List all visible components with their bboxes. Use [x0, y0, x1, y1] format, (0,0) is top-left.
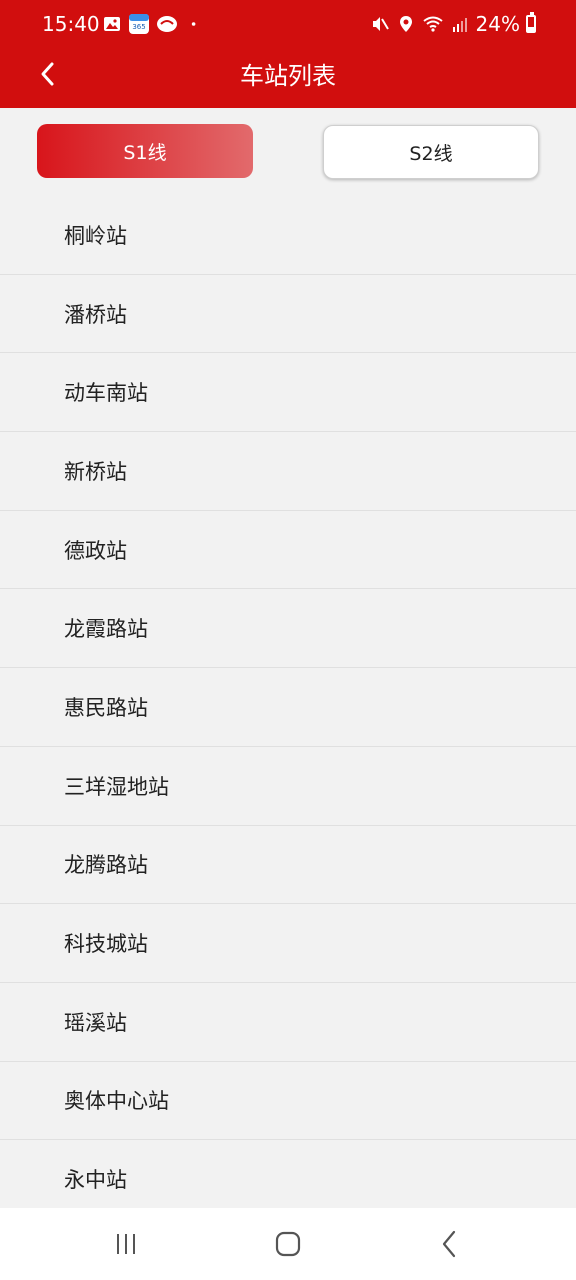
calendar-app-icon: 365 — [129, 14, 149, 34]
page-title: 车站列表 — [240, 62, 336, 90]
station-item[interactable]: 新桥站 — [0, 432, 576, 511]
station-item[interactable]: 潘桥站 — [0, 275, 576, 354]
tab-s2-line[interactable]: S2线 — [323, 125, 539, 179]
station-item[interactable]: 永中站 — [0, 1140, 576, 1208]
line-tabs: S1线 S2线 — [0, 108, 576, 196]
station-item[interactable]: 三垟湿地站 — [0, 747, 576, 826]
station-item[interactable]: 奥体中心站 — [0, 1062, 576, 1141]
location-icon — [399, 16, 412, 32]
back-icon[interactable] — [430, 1228, 470, 1260]
recent-apps-icon[interactable] — [106, 1228, 146, 1260]
system-nav-bar — [0, 1208, 576, 1280]
wifi-icon — [422, 16, 443, 32]
status-right-icons: 24% — [370, 12, 536, 36]
mute-icon — [372, 17, 389, 31]
title-bar: 车站列表 — [0, 48, 576, 108]
tab-s1-line[interactable]: S1线 — [37, 124, 253, 178]
station-item[interactable]: 惠民路站 — [0, 668, 576, 747]
station-item[interactable]: 动车南站 — [0, 353, 576, 433]
station-item[interactable]: 瑶溪站 — [0, 983, 576, 1062]
station-item[interactable]: 龙霞路站 — [0, 589, 576, 669]
dot-icon — [191, 22, 196, 26]
battery-percent: 24% — [475, 12, 520, 36]
station-item[interactable]: 科技城站 — [0, 904, 576, 983]
home-icon[interactable] — [268, 1228, 308, 1260]
status-bar: 15:40 365 24% — [0, 0, 576, 48]
gallery-icon — [104, 17, 120, 31]
app-icon — [157, 16, 177, 32]
station-item[interactable]: 德政站 — [0, 511, 576, 590]
calendar-app-text: 365 — [132, 23, 145, 31]
station-item[interactable]: 龙腾路站 — [0, 826, 576, 905]
status-left-icons: 365 — [102, 13, 202, 35]
station-item[interactable]: 桐岭站 — [0, 196, 576, 275]
station-list[interactable]: 桐岭站 潘桥站 动车南站 新桥站 德政站 龙霞路站 惠民路站 三垟湿地站 龙腾路… — [0, 196, 576, 1208]
signal-icon — [452, 18, 467, 32]
battery-icon — [526, 12, 536, 33]
status-time: 15:40 — [42, 12, 100, 36]
